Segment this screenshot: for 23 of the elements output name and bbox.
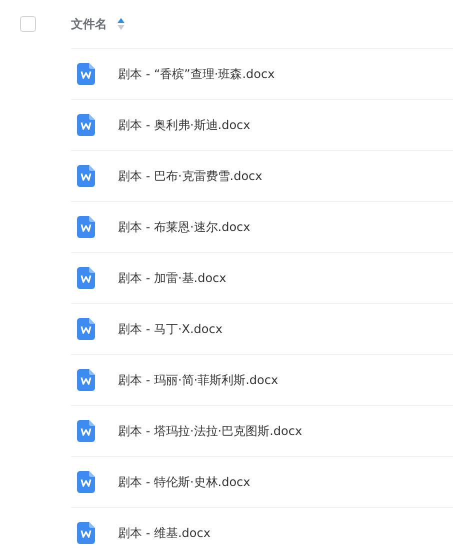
select-all-checkbox[interactable] xyxy=(20,16,36,32)
column-header[interactable]: 文件名 xyxy=(71,16,107,32)
file-name[interactable]: 剧本 - 特伦斯·史林.docx xyxy=(118,474,250,490)
word-document-icon xyxy=(77,420,95,442)
word-document-icon xyxy=(77,471,95,493)
file-name[interactable]: 剧本 - 维基.docx xyxy=(118,524,210,542)
word-document-icon xyxy=(77,216,95,238)
file-name[interactable]: 剧本 - 奥利弗·斯迪.docx xyxy=(118,116,250,134)
file-name[interactable]: 剧本 - 马丁·X.docx xyxy=(118,320,222,338)
word-document-icon xyxy=(77,369,95,391)
word-document-icon xyxy=(77,165,95,187)
file-name[interactable]: 剧本 - 玛丽·简·菲斯利斯.docx xyxy=(118,372,278,388)
word-document-icon xyxy=(77,522,95,544)
file-name[interactable]: 剧本 - 巴布·克雷费雪.docx xyxy=(118,168,262,184)
word-document-icon xyxy=(77,63,95,85)
word-document-icon xyxy=(77,267,95,289)
word-document-icon xyxy=(77,114,95,136)
file-name[interactable]: 剧本 - 加雷·基.docx xyxy=(118,270,226,286)
sort-icon[interactable] xyxy=(117,17,125,31)
file-name[interactable]: 剧本 - “香槟”查理·班森.docx xyxy=(118,66,275,82)
file-name[interactable]: 剧本 - 塔玛拉·法拉·巴克图斯.docx xyxy=(118,422,302,440)
file-name[interactable]: 剧本 - 布莱恩·速尔.docx xyxy=(118,218,250,236)
word-document-icon xyxy=(77,318,95,340)
